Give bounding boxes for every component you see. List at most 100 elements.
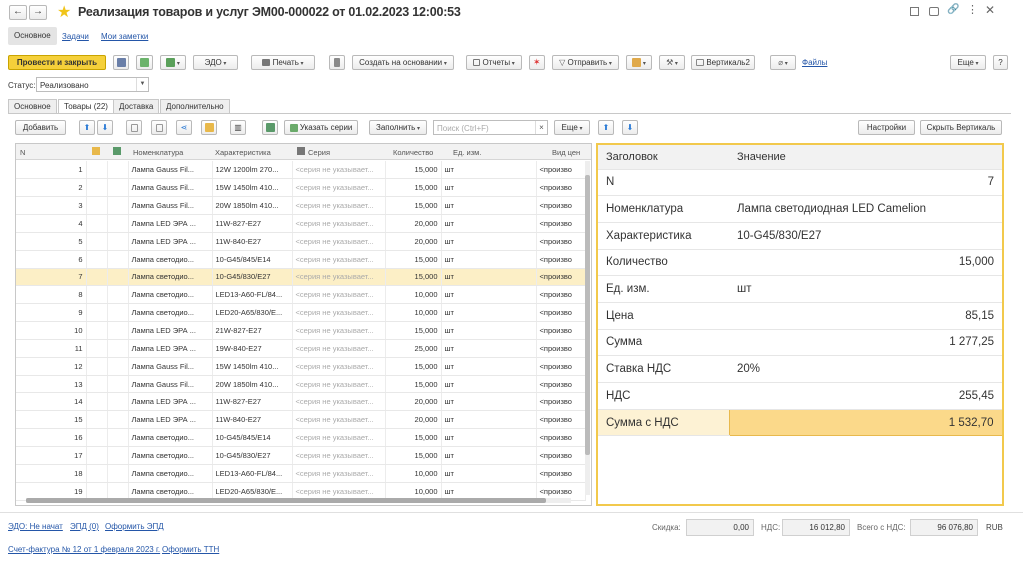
cell-flag1[interactable]: [86, 428, 108, 447]
table-row[interactable]: 9 Лампа светодио... LED20-A65/830/E... <сер…: [16, 303, 586, 323]
cell-name[interactable]: Лампа светодио...: [128, 464, 213, 483]
cell-char[interactable]: LED20-A65/830/E...: [212, 303, 293, 323]
cell-name[interactable]: Лампа Gauss Fil...: [128, 357, 213, 376]
cell-flag2[interactable]: [107, 214, 129, 233]
cell-price[interactable]: <произво: [536, 268, 586, 287]
prop-row[interactable]: Ставка НДС 20%: [598, 355, 1002, 383]
tab-delivery[interactable]: Доставка: [113, 99, 160, 113]
cell-series[interactable]: <серия не указывает...: [292, 410, 386, 430]
cell-unit[interactable]: шт: [441, 232, 537, 251]
cell-series[interactable]: <серия не указывает...: [292, 250, 386, 269]
cell-price[interactable]: <произво: [536, 375, 586, 394]
cell-name[interactable]: Лампа светодио...: [128, 446, 213, 465]
cell-char[interactable]: 21W-827-E27: [212, 321, 293, 340]
cell-flag2[interactable]: [107, 375, 129, 394]
cell-flag1[interactable]: [86, 357, 108, 376]
cell-flag2[interactable]: [107, 268, 129, 287]
cell-flag2[interactable]: [107, 178, 129, 198]
copy-rows-button[interactable]: [151, 120, 167, 135]
table-row[interactable]: 15 Лампа LED ЭРА ... 11W-840-E27 <серия не …: [16, 410, 586, 430]
cell-flag2[interactable]: [107, 250, 129, 269]
link-icon[interactable]: 🔗: [947, 4, 959, 15]
cell-flag1[interactable]: [86, 268, 108, 287]
cell-name[interactable]: Лампа светодио...: [128, 428, 213, 447]
cell-flag1[interactable]: [86, 285, 108, 305]
cell-n[interactable]: 18: [16, 464, 87, 483]
grid-hscroll-thumb[interactable]: [26, 498, 546, 503]
cell-unit[interactable]: шт: [441, 196, 537, 216]
cell-qty[interactable]: 15,000: [385, 250, 442, 269]
prop-value[interactable]: Лампа светодиодная LED Camelion: [729, 195, 1002, 223]
hide-vertical-button[interactable]: Скрыть Вертикаль: [920, 120, 1002, 135]
cell-price[interactable]: <произво: [536, 392, 586, 412]
cell-qty[interactable]: 15,000: [385, 375, 442, 394]
back-button[interactable]: ←: [9, 5, 27, 20]
cell-char[interactable]: 11W-827-E27: [212, 214, 293, 233]
cell-char[interactable]: 11W-840-E27: [212, 410, 293, 430]
docs-button[interactable]: [626, 55, 652, 70]
cell-flag1[interactable]: [86, 464, 108, 483]
cell-unit[interactable]: шт: [441, 446, 537, 465]
up-nav-button[interactable]: ⬆: [598, 120, 614, 135]
table-row[interactable]: 4 Лампа LED ЭРА ... 11W-827-E27 <серия не у…: [16, 214, 586, 233]
cell-name[interactable]: Лампа LED ЭРА ...: [128, 410, 213, 430]
cell-unit[interactable]: шт: [441, 161, 537, 180]
cell-n[interactable]: 13: [16, 375, 87, 394]
files-link[interactable]: Файлы: [802, 58, 827, 67]
prop-value[interactable]: 1 277,25: [729, 329, 1002, 357]
cell-n[interactable]: 3: [16, 196, 87, 216]
cell-unit[interactable]: шт: [441, 285, 537, 305]
cell-char[interactable]: 15W 1450lm 410...: [212, 178, 293, 198]
cell-series[interactable]: <серия не указывает...: [292, 161, 386, 180]
cell-qty[interactable]: 10,000: [385, 464, 442, 483]
tab-basic[interactable]: Основное: [8, 99, 57, 113]
tab-additional[interactable]: Дополнительно: [160, 99, 230, 113]
prop-value[interactable]: 85,15: [729, 302, 1002, 330]
send-button[interactable]: ▽ Отправить: [552, 55, 619, 70]
bot-button[interactable]: ✶: [529, 55, 545, 70]
add-button[interactable]: Добавить: [15, 120, 66, 135]
create-based-button[interactable]: Создать на основании: [352, 55, 454, 70]
cell-char[interactable]: LED13-A60-FL/84...: [212, 464, 293, 483]
cell-qty[interactable]: 15,000: [385, 196, 442, 216]
cell-flag2[interactable]: [107, 161, 129, 180]
table-row[interactable]: 13 Лампа Gauss Fil... 20W 1850lm 410... <се…: [16, 375, 586, 394]
cell-qty[interactable]: 15,000: [385, 161, 442, 180]
cell-series[interactable]: <серия не указывает...: [292, 303, 386, 323]
cell-flag1[interactable]: [86, 321, 108, 340]
cell-flag1[interactable]: [86, 232, 108, 251]
status-select[interactable]: Реализовано ▼: [36, 77, 149, 92]
cell-qty[interactable]: 15,000: [385, 357, 442, 376]
prop-value[interactable]: шт: [729, 275, 1002, 303]
cell-unit[interactable]: шт: [441, 410, 537, 430]
cell-qty[interactable]: 25,000: [385, 339, 442, 358]
cell-series[interactable]: <серия не указывает...: [292, 357, 386, 376]
more-button[interactable]: Еще: [950, 55, 986, 70]
cell-unit[interactable]: шт: [441, 321, 537, 340]
cell-n[interactable]: 5: [16, 232, 87, 251]
cell-series[interactable]: <серия не указывает...: [292, 232, 386, 251]
cell-name[interactable]: Лампа LED ЭРА ...: [128, 321, 213, 340]
table-row[interactable]: 3 Лампа Gauss Fil... 20W 1850lm 410... <сер…: [16, 196, 586, 216]
cell-price[interactable]: <произво: [536, 285, 586, 305]
cell-qty[interactable]: 15,000: [385, 268, 442, 287]
cell-qty[interactable]: 15,000: [385, 178, 442, 198]
cell-char[interactable]: 19W-840-E27: [212, 339, 293, 358]
cell-char[interactable]: 11W-827-E27: [212, 392, 293, 412]
cell-char[interactable]: 20W 1850lm 410...: [212, 375, 293, 394]
epd-link[interactable]: ЭПД (0): [70, 522, 99, 531]
table-row[interactable]: 16 Лампа светодио... 10-G45/845/E14 <серия …: [16, 428, 586, 447]
cell-price[interactable]: <произво: [536, 214, 586, 233]
make-epd-link[interactable]: Оформить ЭПД: [105, 522, 164, 531]
table-row[interactable]: 1 Лампа Gauss Fil... 12W 1200lm 270... <сер…: [16, 161, 586, 180]
cell-flag1[interactable]: [86, 410, 108, 430]
cell-qty[interactable]: 20,000: [385, 214, 442, 233]
save-doc-button[interactable]: [113, 55, 129, 70]
share-button[interactable]: ⋖: [176, 120, 192, 135]
cell-flag1[interactable]: [86, 375, 108, 394]
cell-qty[interactable]: 10,000: [385, 285, 442, 305]
cell-flag2[interactable]: [107, 321, 129, 340]
table-row[interactable]: 2 Лампа Gauss Fil... 15W 1450lm 410... <сер…: [16, 178, 586, 198]
cell-qty[interactable]: 15,000: [385, 446, 442, 465]
cell-n[interactable]: 12: [16, 357, 87, 376]
